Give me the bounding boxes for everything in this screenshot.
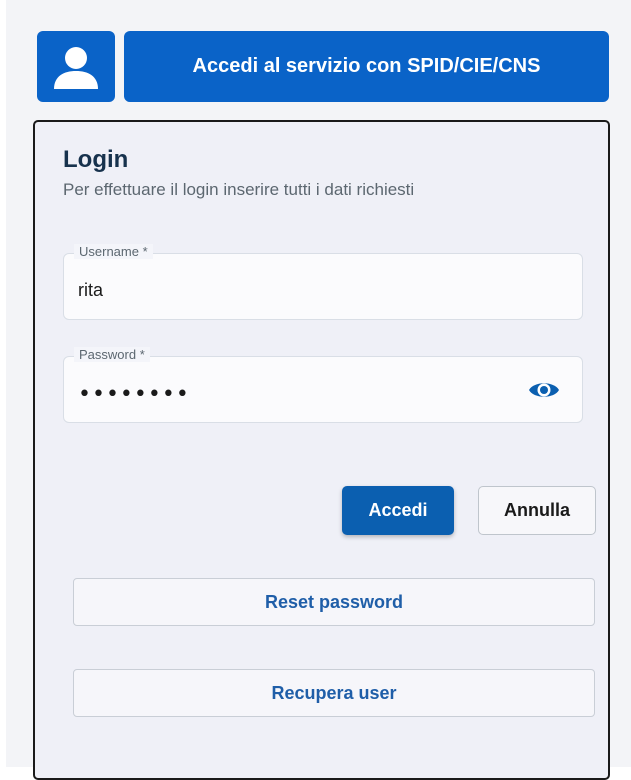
user-icon bbox=[54, 46, 98, 89]
reset-password-button[interactable]: Reset password bbox=[73, 578, 595, 626]
username-label: Username * bbox=[74, 244, 153, 259]
eye-icon[interactable] bbox=[528, 379, 560, 401]
recover-user-button[interactable]: Recupera user bbox=[73, 669, 595, 717]
password-input[interactable]: •••••••• bbox=[78, 382, 190, 407]
login-submit-button[interactable]: Accedi bbox=[342, 486, 454, 535]
spid-login-button[interactable]: Accedi al servizio con SPID/CIE/CNS bbox=[124, 31, 609, 102]
login-title: Login bbox=[63, 146, 129, 173]
password-label: Password * bbox=[74, 347, 150, 362]
username-field[interactable]: Username * bbox=[63, 244, 583, 320]
login-subtitle: Per effettuare il login inserire tutti i… bbox=[63, 180, 415, 199]
spid-user-icon-button[interactable] bbox=[37, 31, 115, 102]
username-input[interactable] bbox=[78, 278, 508, 302]
password-field[interactable]: Password * •••••••• bbox=[63, 347, 583, 423]
login-card: Login Per effettuare il login inserire t… bbox=[33, 120, 610, 780]
cancel-button[interactable]: Annulla bbox=[478, 486, 596, 535]
